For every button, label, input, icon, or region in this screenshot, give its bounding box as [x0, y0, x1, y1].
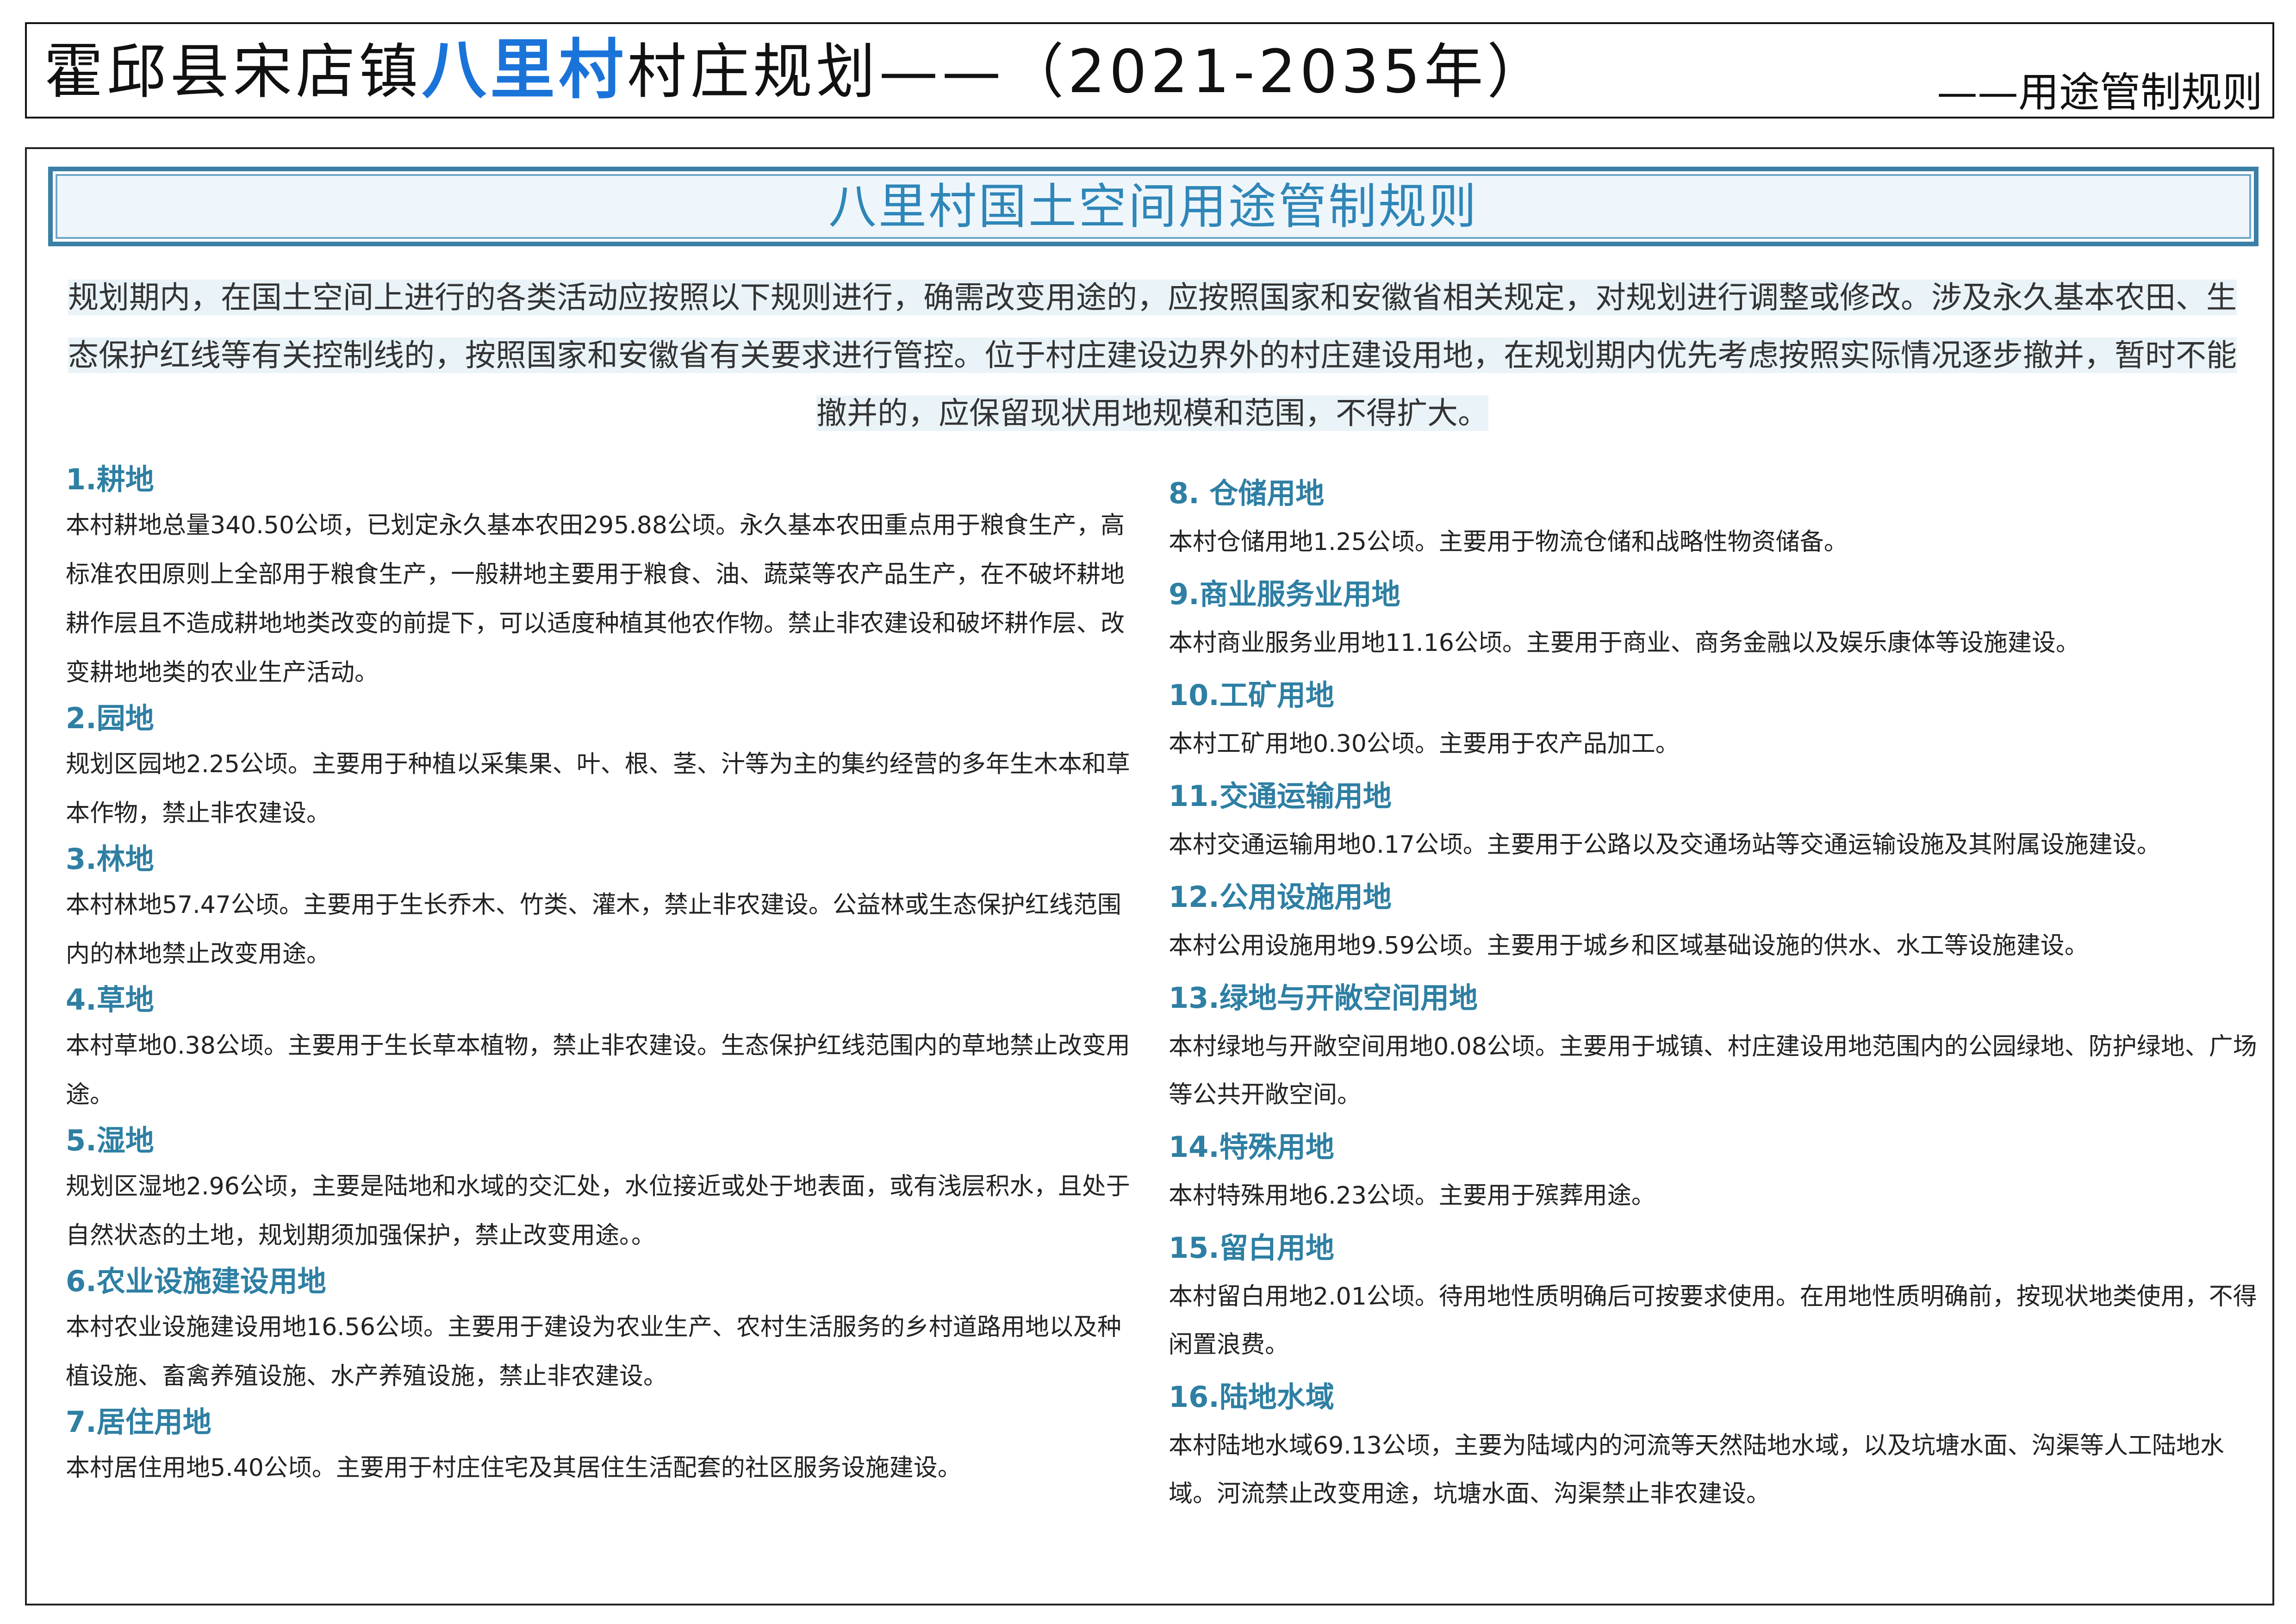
rule-body: 本村居住用地5.40公顷。主要用于村庄住宅及其居住生活配套的社区服务设施建设。 [66, 1454, 962, 1482]
rule-title: 6.农业设施建设用地 [66, 1264, 326, 1298]
rule-body: 本村交通运输用地0.17公顷。主要用于公路以及交通场站等交通运输设施及其附属设施… [1169, 831, 2161, 859]
rule-title: 8. 仓储用地 [1169, 476, 1325, 510]
rule-body: 本村农业设施建设用地16.56公顷。主要用于建设为农业生产、农村生活服务的乡村道… [66, 1313, 1121, 1390]
rule-item: 10.工矿用地 本村工矿用地0.30公顷。主要用于农产品加工。 [1169, 671, 2261, 768]
rule-body: 本村林地57.47公顷。主要用于生长乔木、竹类、灌木，禁止非农建设。公益林或生态… [66, 891, 1121, 968]
rule-title: 1.耕地 [66, 462, 154, 496]
rule-title: 2.园地 [66, 701, 154, 735]
page-subtitle: ——用途管制规则 [1936, 69, 2263, 116]
rule-title: 10.工矿用地 [1169, 678, 1334, 712]
rule-body: 本村绿地与开敞空间用地0.08公顷。主要用于城镇、村庄建设用地范围内的公园绿地、… [1169, 1033, 2257, 1109]
page-title: 霍邱县宋店镇八里村村庄规划——（2021-2035年） [44, 33, 1550, 107]
intro-text: 规划期内，在国土空间上进行的各类活动应按照以下规则进行，确需改变用途的，应按照国… [68, 280, 2237, 431]
rule-body: 本村仓储用地1.25公顷。主要用于物流仓储和战略性物资储备。 [1169, 528, 1848, 556]
rule-item: 2.园地 规划区园地2.25公顷。主要用于种植以采集果、叶、根、茎、汁等为主的集… [66, 697, 1130, 838]
rule-item: 5.湿地 规划区湿地2.96公顷，主要是陆地和水域的交汇处，水位接近或处于地表面… [66, 1119, 1130, 1260]
rule-item: 1.耕地 本村耕地总量340.50公顷，已划定永久基本农田295.88公顷。永久… [66, 458, 1130, 697]
rule-title: 13.绿地与开敞空间用地 [1169, 981, 1478, 1015]
title-village: 八里村 [422, 32, 628, 108]
rule-body: 本村商业服务业用地11.16公顷。主要用于商业、商务金融以及娱乐康体等设施建设。 [1169, 629, 2080, 657]
rule-title: 5.湿地 [66, 1124, 154, 1157]
rule-title: 9.商业服务业用地 [1169, 577, 1400, 611]
rule-title: 12.公用设施用地 [1169, 880, 1392, 914]
rule-item: 4.草地 本村草地0.38公顷。主要用于生长草本植物，禁止非农建设。生态保护红线… [66, 979, 1130, 1119]
rule-body: 本村特殊用地6.23公顷。主要用于殡葬用途。 [1169, 1182, 1655, 1210]
rule-item: 16.陆地水域 本村陆地水域69.13公顷，主要为陆域内的河流等天然陆地水域，以… [1169, 1373, 2261, 1518]
rule-item: 8. 仓储用地 本村仓储用地1.25公顷。主要用于物流仓储和战略性物资储备。 [1169, 469, 2261, 566]
section-banner: 八里村国土空间用途管制规则 [48, 167, 2259, 246]
rule-item: 12.公用设施用地 本村公用设施用地9.59公顷。主要用于城乡和区域基础设施的供… [1169, 873, 2261, 970]
rule-body: 本村耕地总量340.50公顷，已划定永久基本农田295.88公顷。永久基本农田重… [66, 512, 1125, 687]
rule-title: 4.草地 [66, 983, 154, 1017]
rule-body: 本村草地0.38公顷。主要用于生长草本植物，禁止非农建设。生态保护红线范围内的草… [66, 1032, 1130, 1109]
rule-item: 3.林地 本村林地57.47公顷。主要用于生长乔木、竹类、灌木，禁止非农建设。公… [66, 838, 1130, 979]
rule-item: 7.居住用地 本村居住用地5.40公顷。主要用于村庄住宅及其居住生活配套的社区服… [66, 1401, 1130, 1493]
rule-body: 本村陆地水域69.13公顷，主要为陆域内的河流等天然陆地水域，以及坑塘水面、沟渠… [1169, 1432, 2224, 1508]
rule-item: 9.商业服务业用地 本村商业服务业用地11.16公顷。主要用于商业、商务金融以及… [1169, 570, 2261, 667]
rule-title: 15.留白用地 [1169, 1231, 1334, 1265]
rule-item: 13.绿地与开敞空间用地 本村绿地与开敞空间用地0.08公顷。主要用于城镇、村庄… [1169, 974, 2261, 1119]
intro-paragraph: 规划期内，在国土空间上进行的各类活动应按照以下规则进行，确需改变用途的，应按照国… [65, 269, 2240, 442]
rule-item: 14.特殊用地 本村特殊用地6.23公顷。主要用于殡葬用途。 [1169, 1123, 2261, 1220]
title-suffix: 村庄规划——（2021-2035年） [627, 37, 1550, 106]
rule-title: 7.居住用地 [66, 1405, 212, 1439]
rule-title: 3.林地 [66, 842, 154, 876]
rule-title: 16.陆地水域 [1169, 1380, 1334, 1414]
section-title: 八里村国土空间用途管制规则 [828, 178, 1478, 235]
rule-title: 11.交通运输用地 [1169, 779, 1392, 813]
rule-item: 6.农业设施建设用地 本村农业设施建设用地16.56公顷。主要用于建设为农业生产… [66, 1260, 1130, 1401]
rule-body: 本村工矿用地0.30公顷。主要用于农产品加工。 [1169, 730, 1680, 758]
rule-item: 11.交通运输用地 本村交通运输用地0.17公顷。主要用于公路以及交通场站等交通… [1169, 772, 2261, 869]
left-column: 1.耕地 本村耕地总量340.50公顷，已划定永久基本农田295.88公顷。永久… [66, 458, 1130, 1493]
rule-item: 15.留白用地 本村留白用地2.01公顷。待用地性质明确后可按要求使用。在用地性… [1169, 1224, 2261, 1369]
rule-body: 本村公用设施用地9.59公顷。主要用于城乡和区域基础设施的供水、水工等设施建设。 [1169, 932, 2089, 960]
title-prefix: 霍邱县宋店镇 [44, 37, 422, 106]
right-column: 8. 仓储用地 本村仓储用地1.25公顷。主要用于物流仓储和战略性物资储备。 9… [1169, 465, 2261, 1518]
rule-title: 14.特殊用地 [1169, 1130, 1334, 1164]
rule-body: 规划区湿地2.96公顷，主要是陆地和水域的交汇处，水位接近或处于地表面，或有浅层… [66, 1173, 1130, 1249]
rule-body: 规划区园地2.25公顷。主要用于种植以采集果、叶、根、茎、汁等为主的集约经营的多… [66, 750, 1130, 827]
rule-body: 本村留白用地2.01公顷。待用地性质明确后可按要求使用。在用地性质明确前，按现状… [1169, 1283, 2257, 1359]
